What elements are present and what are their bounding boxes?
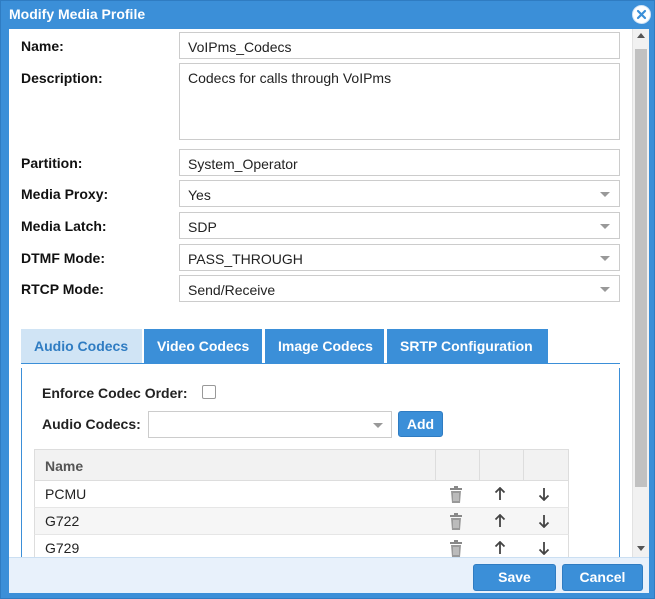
column-divider [523, 450, 524, 480]
dtmf-mode-label: DTMF Mode: [21, 250, 105, 266]
description-label: Description: [21, 70, 103, 86]
arrow-up-icon[interactable] [494, 513, 506, 531]
arrow-down-icon[interactable] [538, 514, 550, 531]
tab-image-codecs[interactable]: Image Codecs [265, 329, 384, 363]
add-codec-button[interactable]: Add [398, 411, 443, 437]
name-label: Name: [21, 38, 64, 54]
rtcp-mode-label: RTCP Mode: [21, 281, 104, 297]
tab-underline [21, 363, 620, 364]
trash-icon[interactable] [448, 513, 464, 533]
name-field[interactable]: VoIPms_Codecs [179, 32, 620, 59]
trash-icon[interactable] [448, 540, 464, 557]
close-icon[interactable] [632, 5, 651, 24]
chevron-down-icon [600, 224, 610, 229]
enforce-codec-order-label: Enforce Codec Order: [42, 385, 188, 401]
arrow-up-icon[interactable] [494, 486, 506, 504]
dtmf-mode-value: PASS_THROUGH [188, 251, 303, 267]
media-proxy-select[interactable]: Yes [179, 180, 620, 207]
tab-audio-codecs[interactable]: Audio Codecs [21, 329, 142, 363]
audio-codecs-label: Audio Codecs: [42, 416, 141, 432]
trash-icon[interactable] [448, 486, 464, 506]
partition-field[interactable]: System_Operator [179, 149, 620, 176]
audio-codecs-select[interactable] [148, 411, 392, 438]
modify-media-profile-dialog: Modify Media Profile Name: VoIPms_Codecs… [0, 0, 655, 599]
arrow-up-icon[interactable] [494, 540, 506, 557]
scroll-down-icon[interactable] [637, 546, 645, 551]
media-latch-label: Media Latch: [21, 218, 107, 234]
audio-codecs-panel: Enforce Codec Order: Audio Codecs: Add N… [21, 368, 620, 557]
codec-grid: Name PCMU G722 G729 [34, 449, 569, 557]
dialog-body: Name: VoIPms_Codecs Description: Codecs … [9, 29, 649, 557]
dialog-title: Modify Media Profile [9, 6, 146, 22]
column-header-name[interactable]: Name [45, 458, 83, 474]
chevron-down-icon [600, 256, 610, 261]
partition-label: Partition: [21, 155, 83, 171]
scrollbar-thumb[interactable] [635, 49, 647, 487]
chevron-down-icon [373, 423, 383, 428]
chevron-down-icon [600, 192, 610, 197]
column-divider [435, 450, 436, 480]
codec-name: G729 [45, 540, 80, 556]
media-proxy-label: Media Proxy: [21, 186, 109, 202]
tab-video-codecs[interactable]: Video Codecs [144, 329, 262, 363]
column-divider [479, 450, 480, 480]
dtmf-mode-select[interactable]: PASS_THROUGH [179, 244, 620, 271]
description-field[interactable]: Codecs for calls through VoIPms [179, 63, 620, 140]
tab-srtp-configuration[interactable]: SRTP Configuration [387, 329, 548, 363]
enforce-codec-order-checkbox[interactable] [202, 385, 216, 399]
chevron-down-icon [600, 287, 610, 292]
cancel-button[interactable]: Cancel [562, 564, 643, 591]
media-proxy-value: Yes [188, 187, 211, 203]
arrow-down-icon[interactable] [538, 541, 550, 557]
scroll-up-icon[interactable] [637, 33, 645, 38]
codec-name: PCMU [45, 486, 87, 502]
grid-header: Name [34, 449, 569, 481]
table-row[interactable]: G722 [34, 508, 569, 535]
table-row[interactable]: G729 [34, 535, 569, 557]
dialog-titlebar: Modify Media Profile [1, 1, 654, 29]
codec-name: G722 [45, 513, 80, 529]
arrow-down-icon[interactable] [538, 487, 550, 504]
rtcp-mode-select[interactable]: Send/Receive [179, 275, 620, 302]
dialog-footer: Save Cancel [9, 557, 649, 593]
rtcp-mode-value: Send/Receive [188, 282, 276, 298]
table-row[interactable]: PCMU [34, 481, 569, 508]
save-button[interactable]: Save [473, 564, 556, 591]
media-latch-select[interactable]: SDP [179, 212, 620, 239]
media-latch-value: SDP [188, 219, 217, 235]
vertical-scrollbar[interactable] [632, 29, 649, 557]
